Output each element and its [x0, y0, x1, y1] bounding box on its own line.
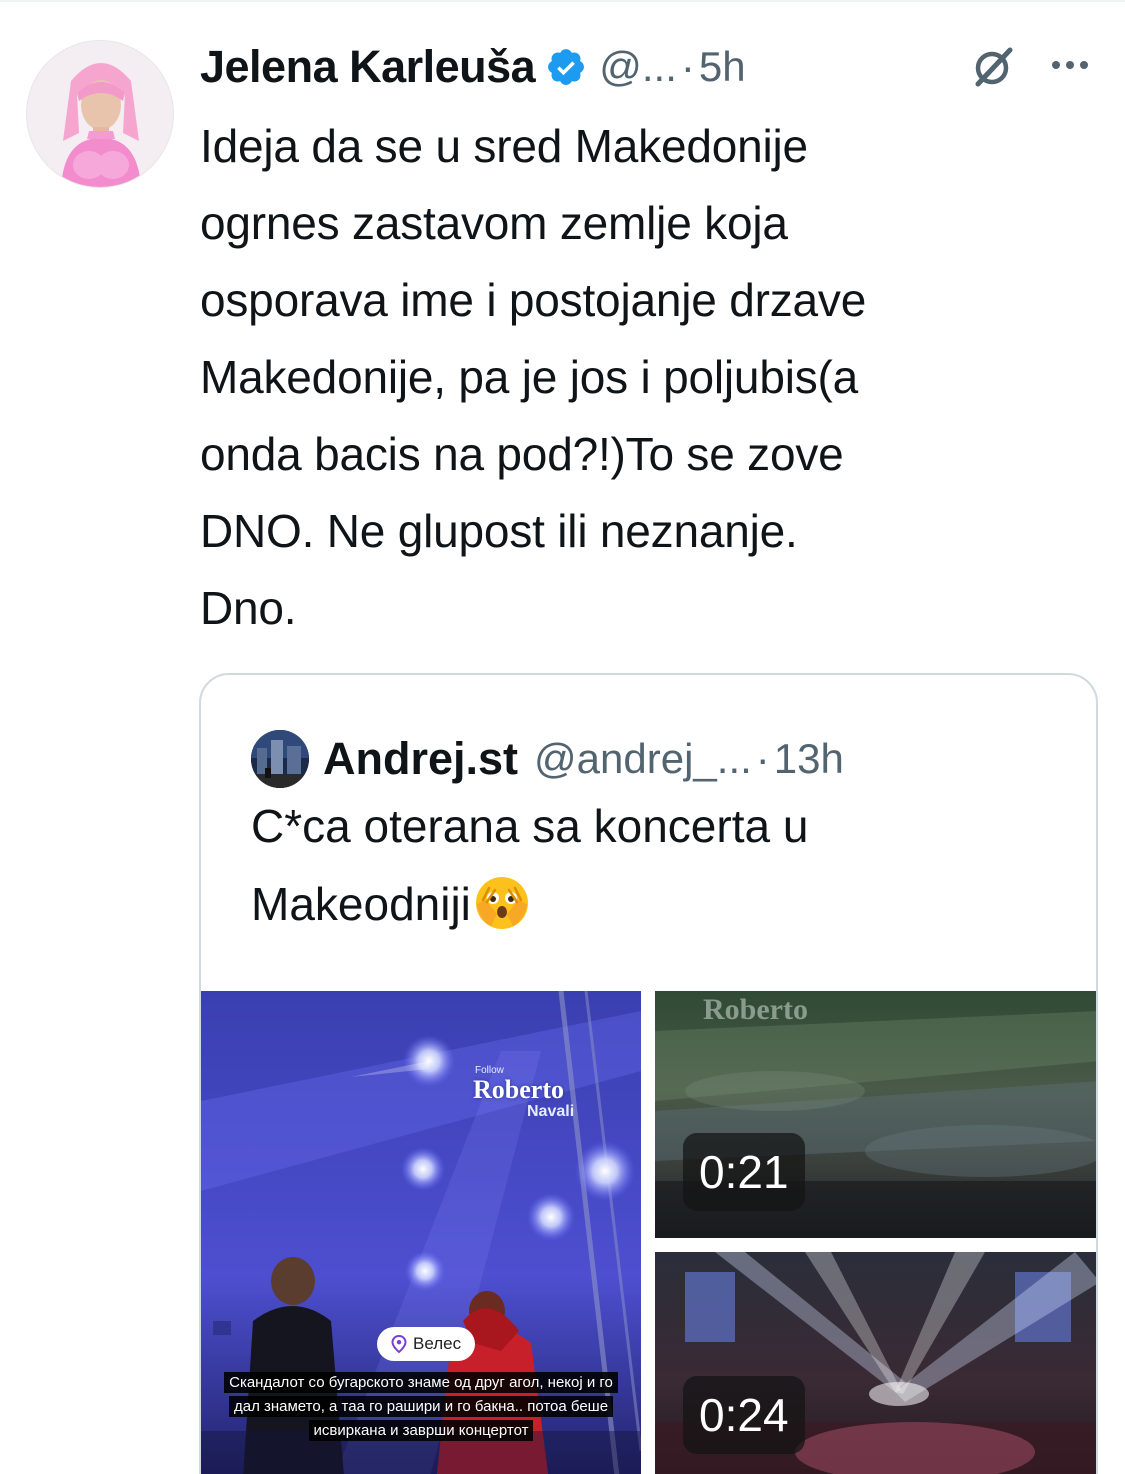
tweet-line: osporava ime i postojanje drzave — [200, 274, 867, 326]
quote-time[interactable]: 13h — [774, 735, 844, 783]
quote-line: C*ca oterana sa koncerta u — [251, 800, 809, 852]
face-with-hand-over-mouth-icon — [475, 877, 528, 929]
quote-author-handle[interactable]: @andrej_... — [534, 735, 752, 783]
quote-header: Andrej.st @andrej_... · 13h — [251, 727, 844, 791]
media-grid: Follow Roberto Navali Велес Скандалот со… — [201, 991, 1096, 1474]
top-divider — [0, 0, 1125, 2]
tweet-line: onda bacis na pod?!)To se zove — [200, 428, 844, 480]
quote-line-with-emoji: Makeodniji — [251, 865, 1071, 943]
grok-icon[interactable] — [968, 44, 1018, 90]
author-name[interactable]: Jelena Karleuša — [200, 41, 536, 93]
quote-author-avatar[interactable] — [251, 730, 309, 788]
tweet-text: Ideja da se u sred Makedonije ogrnes zas… — [200, 108, 1100, 647]
caption-text: Скандалот со бугарското знаме од друг аг… — [224, 1372, 618, 1441]
location-sticker: Велес — [377, 1327, 476, 1361]
media-photo-concert[interactable]: Follow Roberto Navali Велес Скандалот со… — [201, 991, 641, 1474]
quoted-tweet[interactable]: Andrej.st @andrej_... · 13h C*ca oterana… — [199, 673, 1098, 1474]
tweet-line: DNO. Ne glupost ili neznanje. — [200, 505, 798, 557]
media-video-2[interactable]: 0:24 — [655, 1252, 1096, 1474]
quote-author-name[interactable]: Andrej.st — [323, 733, 518, 785]
tweet-time[interactable]: 5h — [699, 43, 746, 91]
media-video-1[interactable]: Roberto 0:21 — [655, 991, 1096, 1238]
tweet-line: Ideja da se u sred Makedonije — [200, 120, 808, 172]
quote-line: Makeodniji — [251, 878, 471, 930]
watermark-sub: Navali — [527, 1103, 575, 1120]
author-avatar[interactable] — [26, 40, 174, 188]
tweet-line: Dno. — [200, 582, 297, 634]
more-icon[interactable] — [1048, 50, 1092, 80]
video-duration: 0:21 — [683, 1133, 805, 1211]
tweet-header: Jelena Karleuša @... · 5h — [200, 32, 1100, 102]
watermark-name: Roberto — [473, 1075, 564, 1104]
video-duration: 0:24 — [683, 1376, 805, 1454]
location-label: Велес — [413, 1334, 462, 1353]
author-handle[interactable]: @... — [599, 43, 677, 91]
tweet-line: ogrnes zastavom zemlje koja — [200, 197, 788, 249]
video-caption: Скандалот со бугарското знаме од друг аг… — [215, 1371, 627, 1443]
separator-dot: · — [680, 43, 695, 90]
quote-text: C*ca oterana sa koncerta u Makeodniji — [251, 787, 1071, 943]
separator-dot: · — [755, 735, 770, 782]
verified-badge-icon[interactable] — [545, 46, 587, 88]
avatar-image — [27, 41, 173, 187]
watermark-name: Roberto — [703, 993, 808, 1026]
location-pin-icon — [391, 1335, 407, 1353]
tweet-line: Makedonije, pa je jos i poljubis(a — [200, 351, 859, 403]
quote-avatar-image — [251, 730, 309, 788]
